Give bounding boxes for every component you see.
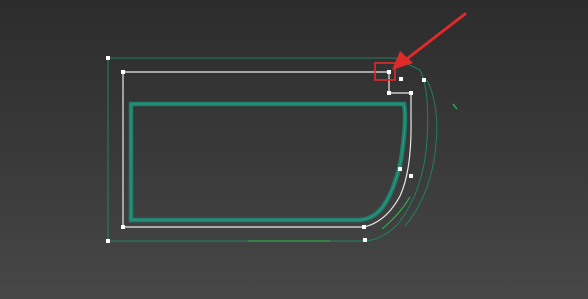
- vertex[interactable]: [363, 238, 367, 242]
- inner-teal-highlight: [130, 103, 406, 221]
- red-arrow-head: [392, 51, 413, 70]
- vertex[interactable]: [387, 91, 391, 95]
- vertex[interactable]: [398, 167, 402, 171]
- small-green-tick: [452, 103, 458, 110]
- vertex[interactable]: [106, 239, 110, 243]
- vertex[interactable]: [121, 225, 125, 229]
- vertex[interactable]: [409, 91, 413, 95]
- vertex[interactable]: [399, 77, 403, 81]
- red-arrow: [392, 12, 467, 70]
- viewport-scene: [106, 12, 467, 243]
- selected-white-spline: [122, 71, 412, 228]
- 3d-viewport[interactable]: [0, 0, 588, 299]
- vertex[interactable]: [387, 70, 391, 74]
- vertex[interactable]: [121, 70, 125, 74]
- vertex[interactable]: [422, 78, 426, 82]
- inner-teal-shape: [128, 101, 408, 223]
- vertex[interactable]: [362, 225, 366, 229]
- red-arrow-shaft: [406, 12, 467, 60]
- vertex[interactable]: [106, 56, 110, 60]
- vertex[interactable]: [409, 174, 413, 178]
